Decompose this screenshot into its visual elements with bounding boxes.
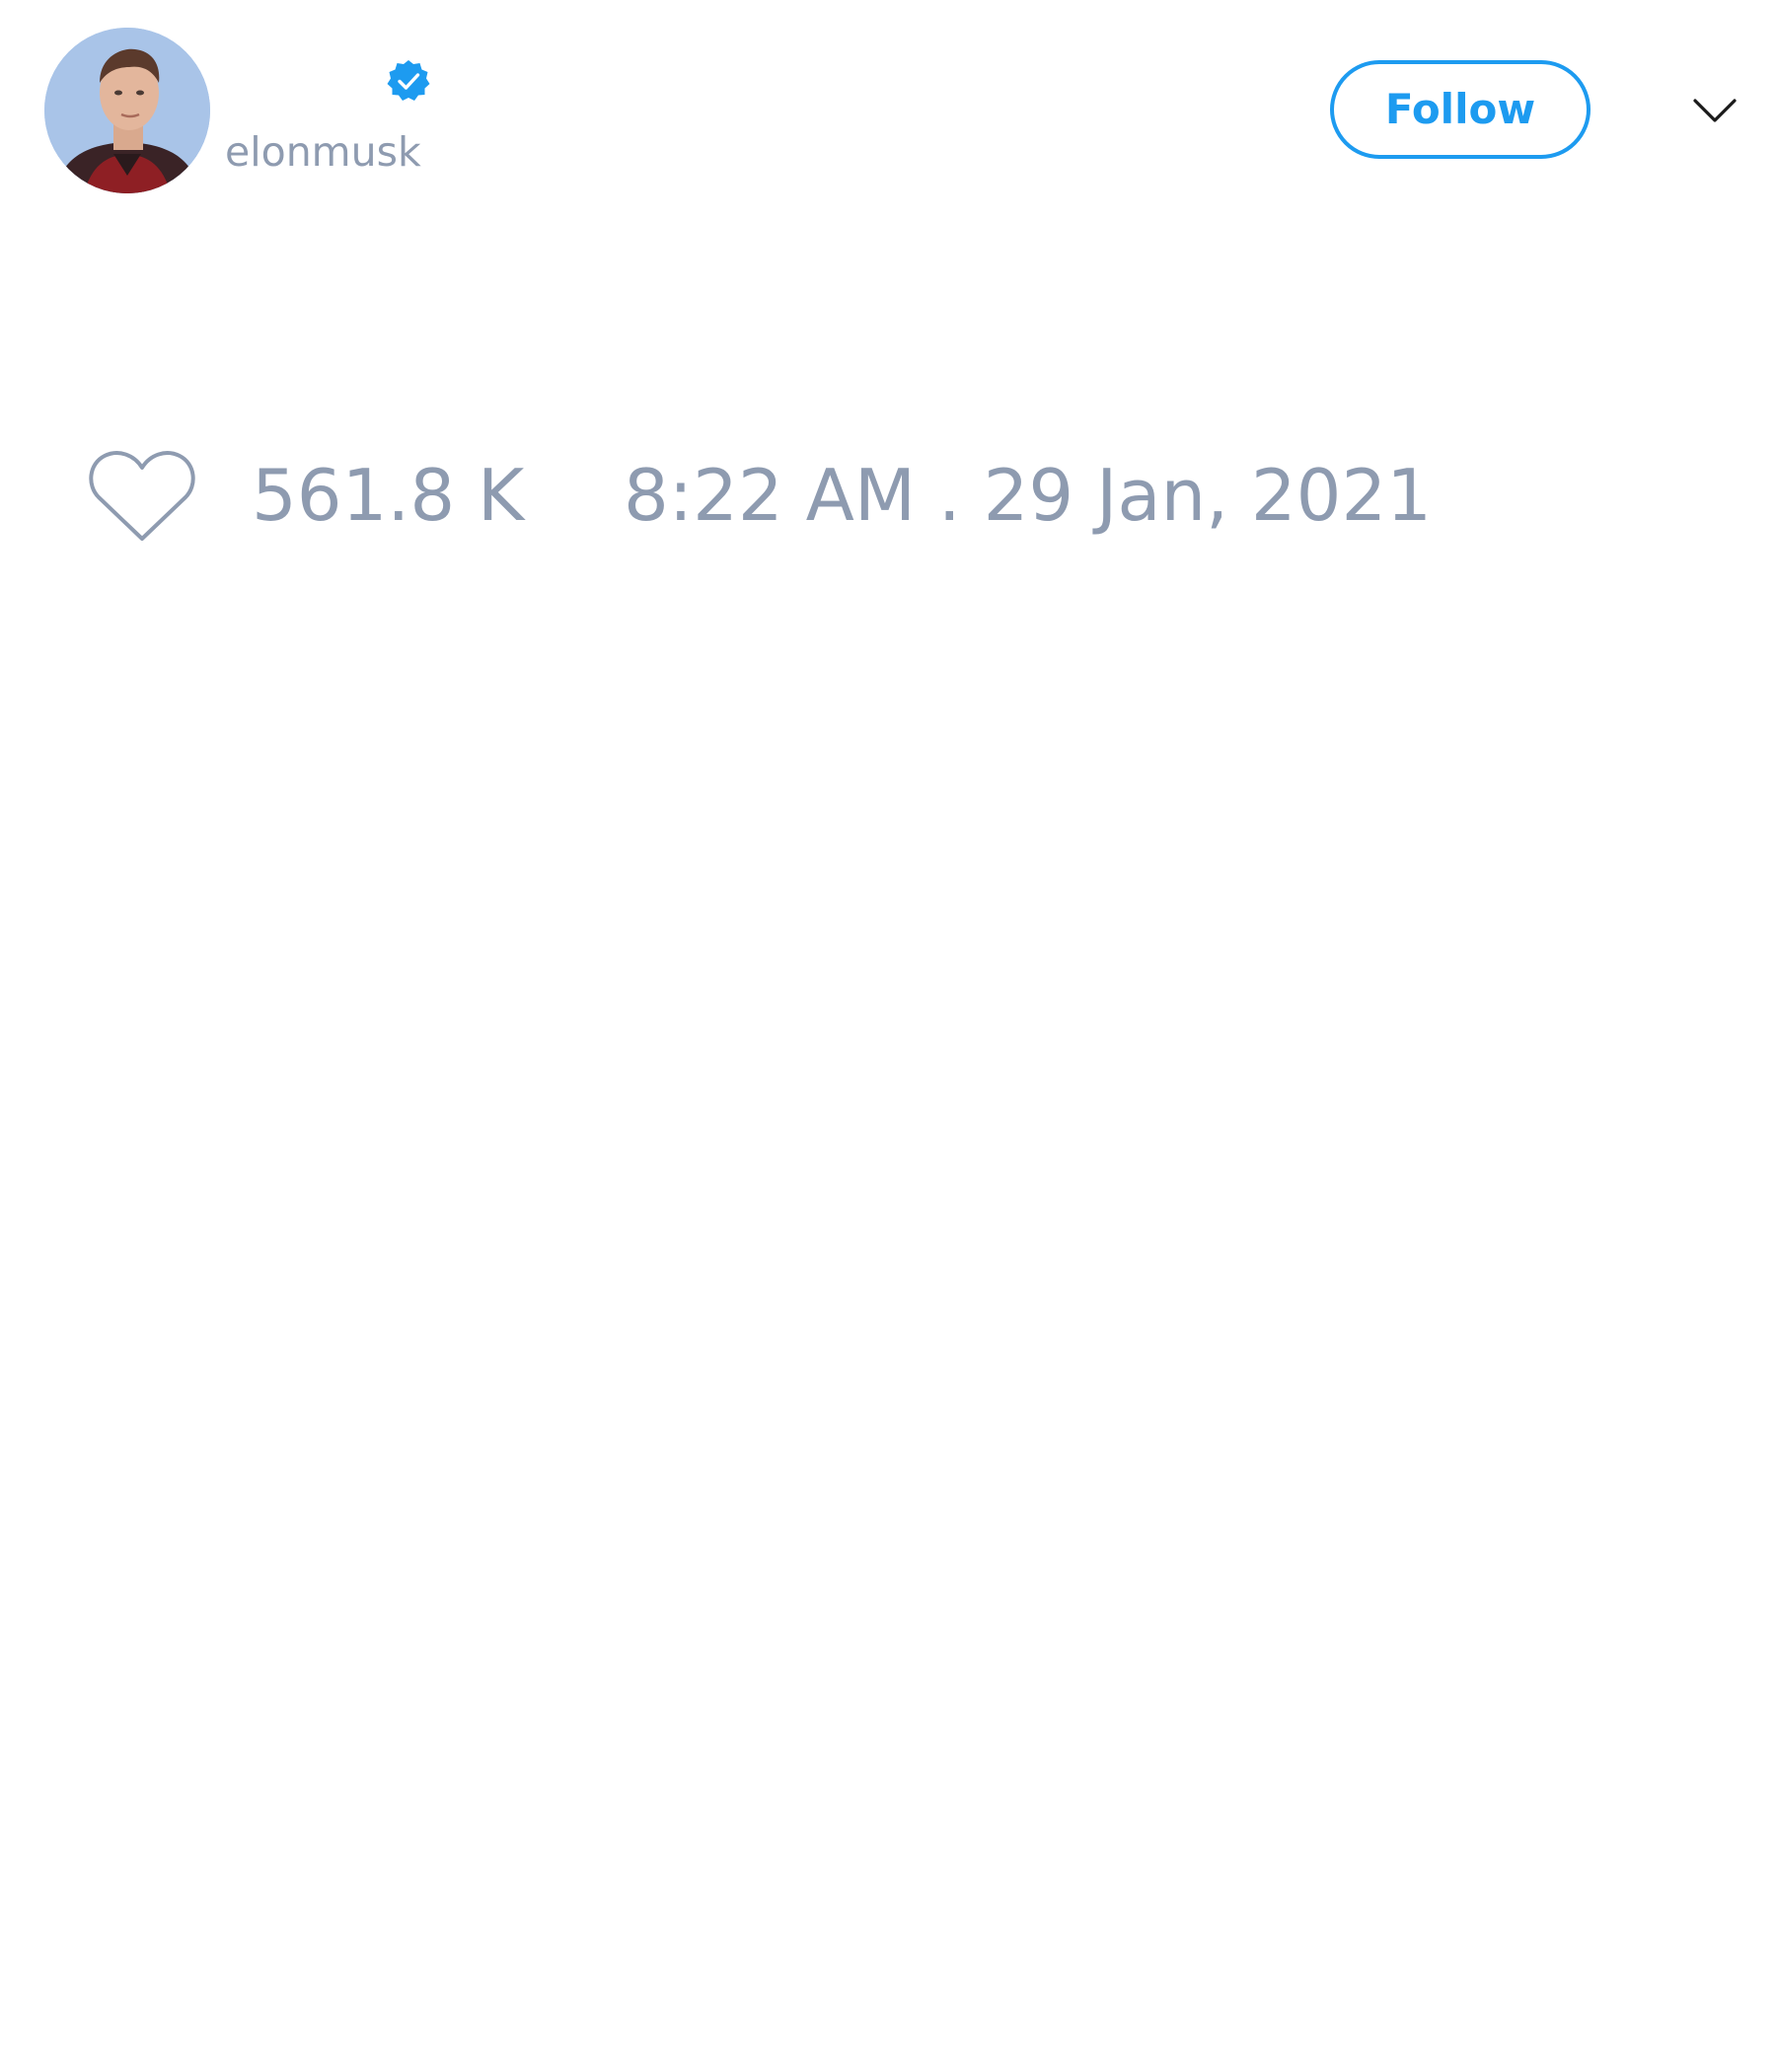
follow-button[interactable]: Follow	[1330, 60, 1591, 159]
like-count: 561.8 K	[252, 454, 525, 537]
tweet-timestamp[interactable]: 8:22 AM . 29 Jan, 2021	[624, 456, 1432, 535]
user-handle[interactable]: elonmusk	[225, 124, 421, 180]
chevron-down-icon[interactable]	[1690, 91, 1739, 130]
profile-photo	[44, 28, 210, 193]
tweet-card: elonmusk Follow 561.8 K 8:22 AM . 29 Jan…	[0, 0, 1776, 2072]
verified-badge-icon	[387, 60, 430, 101]
heart-outline-icon[interactable]	[87, 446, 197, 545]
avatar[interactable]	[44, 28, 210, 193]
